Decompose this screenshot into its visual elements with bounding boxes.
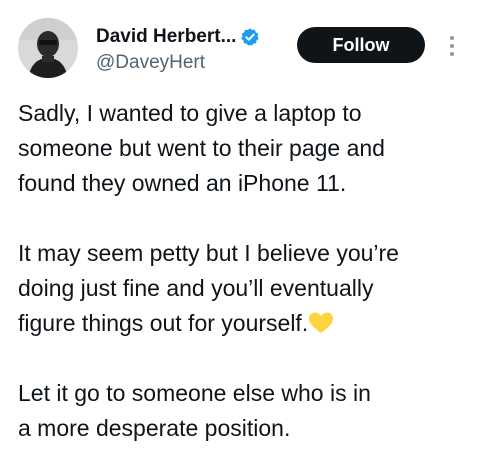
tweet-card: David Herbert... @DaveyHert Follow Sadly… xyxy=(0,0,480,457)
author-handle[interactable]: @DaveyHert xyxy=(96,52,296,74)
author-display-name[interactable]: David Herbert... xyxy=(96,26,236,48)
name-row: David Herbert... xyxy=(96,24,296,50)
tweet-paragraph-2: It may seem petty but I believe you’re d… xyxy=(18,236,468,341)
tweet-paragraph-3: Let it go to someone else who is in a mo… xyxy=(18,380,371,441)
verified-badge-icon xyxy=(240,27,260,47)
tweet-paragraph-1: Sadly, I wanted to give a laptop to some… xyxy=(18,100,385,196)
avatar[interactable] xyxy=(18,18,78,78)
tweet-header: David Herbert... @DaveyHert Follow xyxy=(0,0,480,90)
author-info[interactable]: David Herbert... @DaveyHert xyxy=(96,24,296,74)
avatar-image xyxy=(18,18,78,78)
vertical-dots-icon[interactable] xyxy=(444,34,460,58)
follow-button[interactable]: Follow xyxy=(297,27,425,63)
tweet-text: Sadly, I wanted to give a laptop to some… xyxy=(18,96,468,446)
tweet-paragraph-2-text: It may seem petty but I believe you’re d… xyxy=(18,240,399,336)
yellow-heart-icon xyxy=(308,310,334,334)
